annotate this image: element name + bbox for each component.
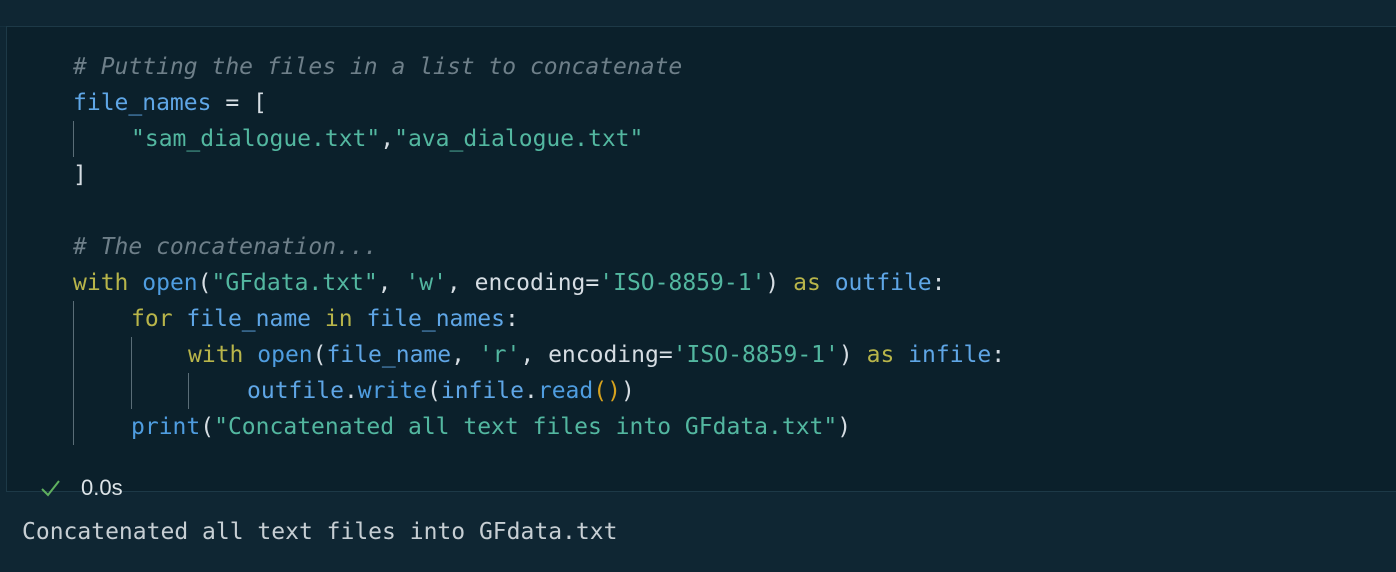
top-bar — [0, 0, 1396, 27]
code-line[interactable]: file_names = [ — [73, 85, 267, 121]
code-token: print — [131, 414, 201, 440]
code-token: ( — [312, 342, 327, 368]
code-token: # The concatenation... — [73, 234, 378, 260]
code-cell[interactable]: # Putting the files in a list to concate… — [6, 26, 1396, 500]
code-token: for — [131, 306, 173, 332]
code-token: file_names — [366, 306, 505, 332]
code-token: 'ISO-8859-1' — [599, 270, 766, 296]
code-token: ) — [838, 342, 853, 368]
code-line[interactable]: print("Concatenated all text files into … — [131, 409, 851, 445]
code-token: # Putting the files in a list to concate… — [73, 54, 683, 80]
code-token: , encoding= — [446, 270, 600, 296]
code-token: open — [257, 342, 313, 368]
code-token: : — [931, 270, 946, 296]
code-token: 'r' — [478, 342, 521, 368]
code-token: ( — [200, 414, 215, 440]
code-token: write — [357, 378, 428, 404]
code-token: "Concatenated all text files into GFdata… — [214, 414, 838, 440]
indent-guide — [73, 301, 74, 445]
code-token: "ava_dialogue.txt" — [394, 126, 644, 152]
code-line[interactable]: # Putting the files in a list to concate… — [73, 49, 682, 85]
code-token: 'w' — [405, 270, 447, 296]
code-token: ( — [427, 378, 441, 404]
code-token: . — [343, 378, 358, 404]
code-token: with — [73, 270, 129, 296]
code-token: read — [537, 378, 594, 404]
code-token: , — [377, 270, 406, 296]
code-token: with — [188, 342, 244, 368]
code-token: ( — [197, 270, 212, 296]
code-token: as — [866, 342, 895, 368]
code-token: ) — [765, 270, 780, 296]
cell-output: Concatenated all text files into GFdata.… — [22, 519, 618, 545]
code-token: , encoding= — [520, 342, 673, 368]
code-token: open — [142, 270, 198, 296]
code-line[interactable]: ] — [73, 157, 87, 193]
code-token: : — [991, 342, 1006, 368]
code-token: in — [324, 306, 353, 332]
code-token: ) — [837, 414, 852, 440]
code-token: file_name — [326, 342, 452, 368]
code-line[interactable]: with open("GFdata.txt", 'w', encoding='I… — [73, 265, 946, 301]
code-token: , — [380, 126, 395, 152]
code-line[interactable]: with open(file_name, 'r', encoding='ISO-… — [188, 337, 1005, 373]
code-token: file_name — [186, 306, 312, 332]
code-token: infile — [440, 378, 524, 404]
code-token: [ — [253, 90, 267, 116]
cell-status: 0.0s — [39, 473, 123, 503]
execution-time: 0.0s — [81, 475, 123, 500]
code-token: file_names — [73, 90, 212, 116]
code-token: "sam_dialogue.txt" — [131, 126, 381, 152]
code-line[interactable]: "sam_dialogue.txt","ava_dialogue.txt" — [131, 121, 643, 157]
code-line[interactable]: outfile.write(infile.read()) — [247, 373, 635, 409]
code-token: as — [793, 270, 821, 296]
indent-guide — [131, 337, 132, 409]
code-token: ] — [73, 162, 87, 188]
code-token: "GFdata.txt" — [211, 270, 378, 296]
code-token: outfile — [834, 270, 932, 296]
code-token: () — [593, 378, 621, 404]
code-token: = — [211, 90, 254, 116]
indent-guide — [188, 373, 189, 409]
code-token: 'ISO-8859-1' — [672, 342, 839, 368]
indent-guide — [73, 121, 74, 157]
code-token: : — [504, 306, 519, 332]
code-line[interactable]: for file_name in file_names: — [131, 301, 519, 337]
code-token: . — [524, 378, 538, 404]
code-token: , — [451, 342, 479, 368]
check-icon — [41, 480, 60, 497]
code-token: outfile — [247, 378, 344, 404]
code-token: infile — [908, 342, 992, 368]
code-line[interactable]: # The concatenation... — [73, 229, 378, 265]
code-token: ) — [620, 378, 635, 404]
